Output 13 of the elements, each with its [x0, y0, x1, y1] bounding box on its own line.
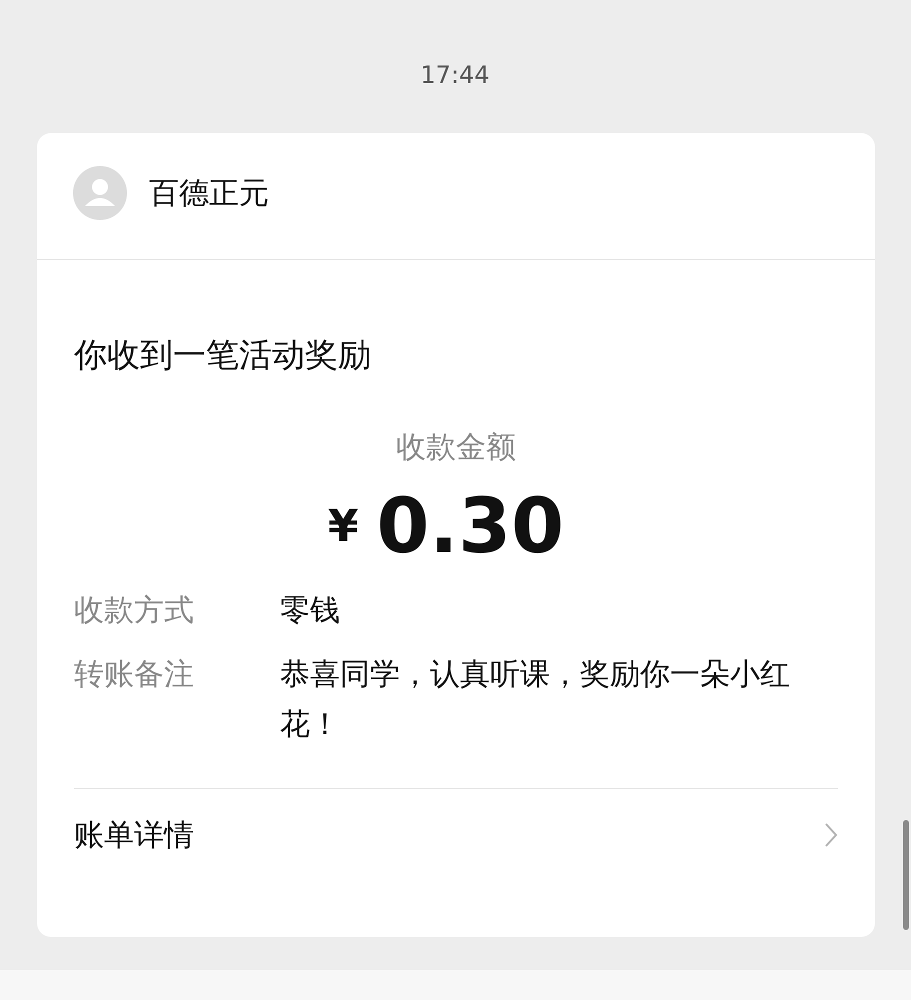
currency-symbol: ¥: [328, 500, 359, 552]
chevron-icon: [824, 822, 838, 848]
amount-label: 收款金额: [395, 429, 517, 467]
amount-value: 0.30: [376, 488, 564, 564]
detail-label: 收款方式: [74, 592, 195, 630]
status-time: 17:44: [419, 60, 491, 91]
message-title: 你收到一笔活动奖励: [74, 334, 372, 376]
sender-name: 百德正元: [149, 174, 269, 212]
detail-value: 零钱: [280, 592, 341, 630]
avatar-icon: [73, 166, 127, 220]
bill-details-link[interactable]: 账单详情: [74, 788, 838, 881]
detail-value: 恭喜同学，认真听课，奖励你一朵小红花！: [280, 656, 791, 744]
detail-label: 转账备注: [74, 656, 195, 694]
